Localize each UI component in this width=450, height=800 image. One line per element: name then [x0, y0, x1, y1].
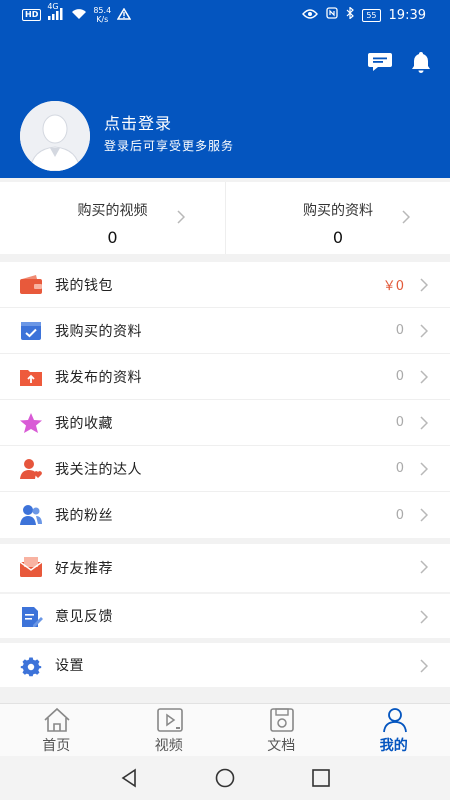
chevron-right-icon	[420, 508, 428, 522]
folder-upload-icon	[20, 370, 42, 386]
settings-menu: 设置	[0, 643, 450, 687]
feedback-menu: 意见反馈	[0, 594, 450, 638]
chevron-right-icon	[420, 610, 428, 624]
network-speed: 85.4 K/s	[93, 6, 112, 24]
signal-icon: 4G	[47, 2, 65, 22]
status-bar: HD 4G 85.4 K/s 55 19:39	[0, 0, 450, 34]
chevron-right-icon	[420, 462, 428, 476]
login-subtitle: 登录后可享受更多服务	[104, 139, 235, 153]
purchased-videos-stat[interactable]: 购买的视频 0	[0, 182, 225, 254]
menu-item-fans[interactable]: 我的粉丝 0	[0, 492, 450, 538]
menu-item-purchased-docs[interactable]: 我购买的资料 0	[0, 308, 450, 354]
tab-home[interactable]: 首页	[0, 704, 113, 757]
bluetooth-icon	[346, 6, 355, 23]
battery-indicator: 55	[362, 8, 381, 22]
recents-icon[interactable]	[310, 767, 332, 789]
tab-video[interactable]: 视频	[113, 704, 226, 757]
network-generation: 4G	[47, 2, 59, 11]
chevron-right-icon	[402, 210, 410, 224]
wallet-icon	[20, 275, 42, 294]
menu-item-published-docs[interactable]: 我发布的资料 0	[0, 354, 450, 400]
menu-item-recommend[interactable]: 好友推荐	[0, 544, 450, 592]
back-icon[interactable]	[118, 767, 140, 789]
bell-icon[interactable]	[409, 50, 435, 74]
login-title[interactable]: 点击登录	[104, 110, 172, 134]
chevron-right-icon	[420, 278, 428, 292]
chevron-right-icon	[420, 370, 428, 384]
system-nav-bar	[0, 756, 450, 800]
document-icon	[270, 708, 294, 732]
video-icon	[156, 708, 183, 732]
nfc-icon	[326, 7, 338, 23]
home-icon	[44, 707, 70, 732]
menu-item-feedback[interactable]: 意见反馈	[0, 594, 450, 638]
avatar[interactable]	[20, 101, 90, 171]
chevron-right-icon	[420, 324, 428, 338]
user-heart-icon	[20, 459, 42, 479]
tab-profile[interactable]: 我的	[338, 704, 450, 757]
users-icon	[20, 505, 42, 525]
chevron-right-icon	[420, 659, 428, 673]
tab-document[interactable]: 文档	[225, 704, 338, 757]
edit-document-icon	[22, 607, 43, 627]
wifi-icon	[71, 8, 87, 23]
chevron-right-icon	[420, 416, 428, 430]
gear-icon	[20, 657, 42, 677]
bottom-tab-bar: 首页 视频 文档 我的	[0, 703, 450, 756]
account-menu: 我的钱包 ￥0 我购买的资料 0 我发布的资料 0 我的收藏 0 我关注的达人 …	[0, 262, 450, 538]
menu-item-wallet[interactable]: 我的钱包 ￥0	[0, 262, 450, 308]
chevron-right-icon	[177, 210, 185, 224]
message-icon[interactable]	[367, 50, 393, 74]
default-avatar-icon	[20, 101, 90, 171]
hd-badge: HD	[22, 9, 42, 21]
warning-icon	[116, 7, 132, 23]
purchased-docs-stat[interactable]: 购买的资料 0	[225, 182, 450, 254]
chevron-right-icon	[420, 560, 428, 574]
menu-item-settings[interactable]: 设置	[0, 643, 450, 687]
profile-header: HD 4G 85.4 K/s 55 19:39 点击登录 登录后可享受更多服务	[0, 0, 450, 178]
purchase-stats: 购买的视频 0 购买的资料 0	[0, 182, 450, 254]
home-circle-icon[interactable]	[214, 767, 236, 789]
checklist-icon	[21, 322, 41, 340]
misc-menu: 好友推荐	[0, 544, 450, 592]
star-icon	[20, 413, 42, 433]
menu-item-following[interactable]: 我关注的达人 0	[0, 446, 450, 492]
user-icon	[382, 708, 407, 733]
status-time: 19:39	[388, 7, 426, 23]
envelope-icon	[19, 557, 43, 577]
eye-icon	[302, 8, 319, 23]
menu-item-favorites[interactable]: 我的收藏 0	[0, 400, 450, 446]
